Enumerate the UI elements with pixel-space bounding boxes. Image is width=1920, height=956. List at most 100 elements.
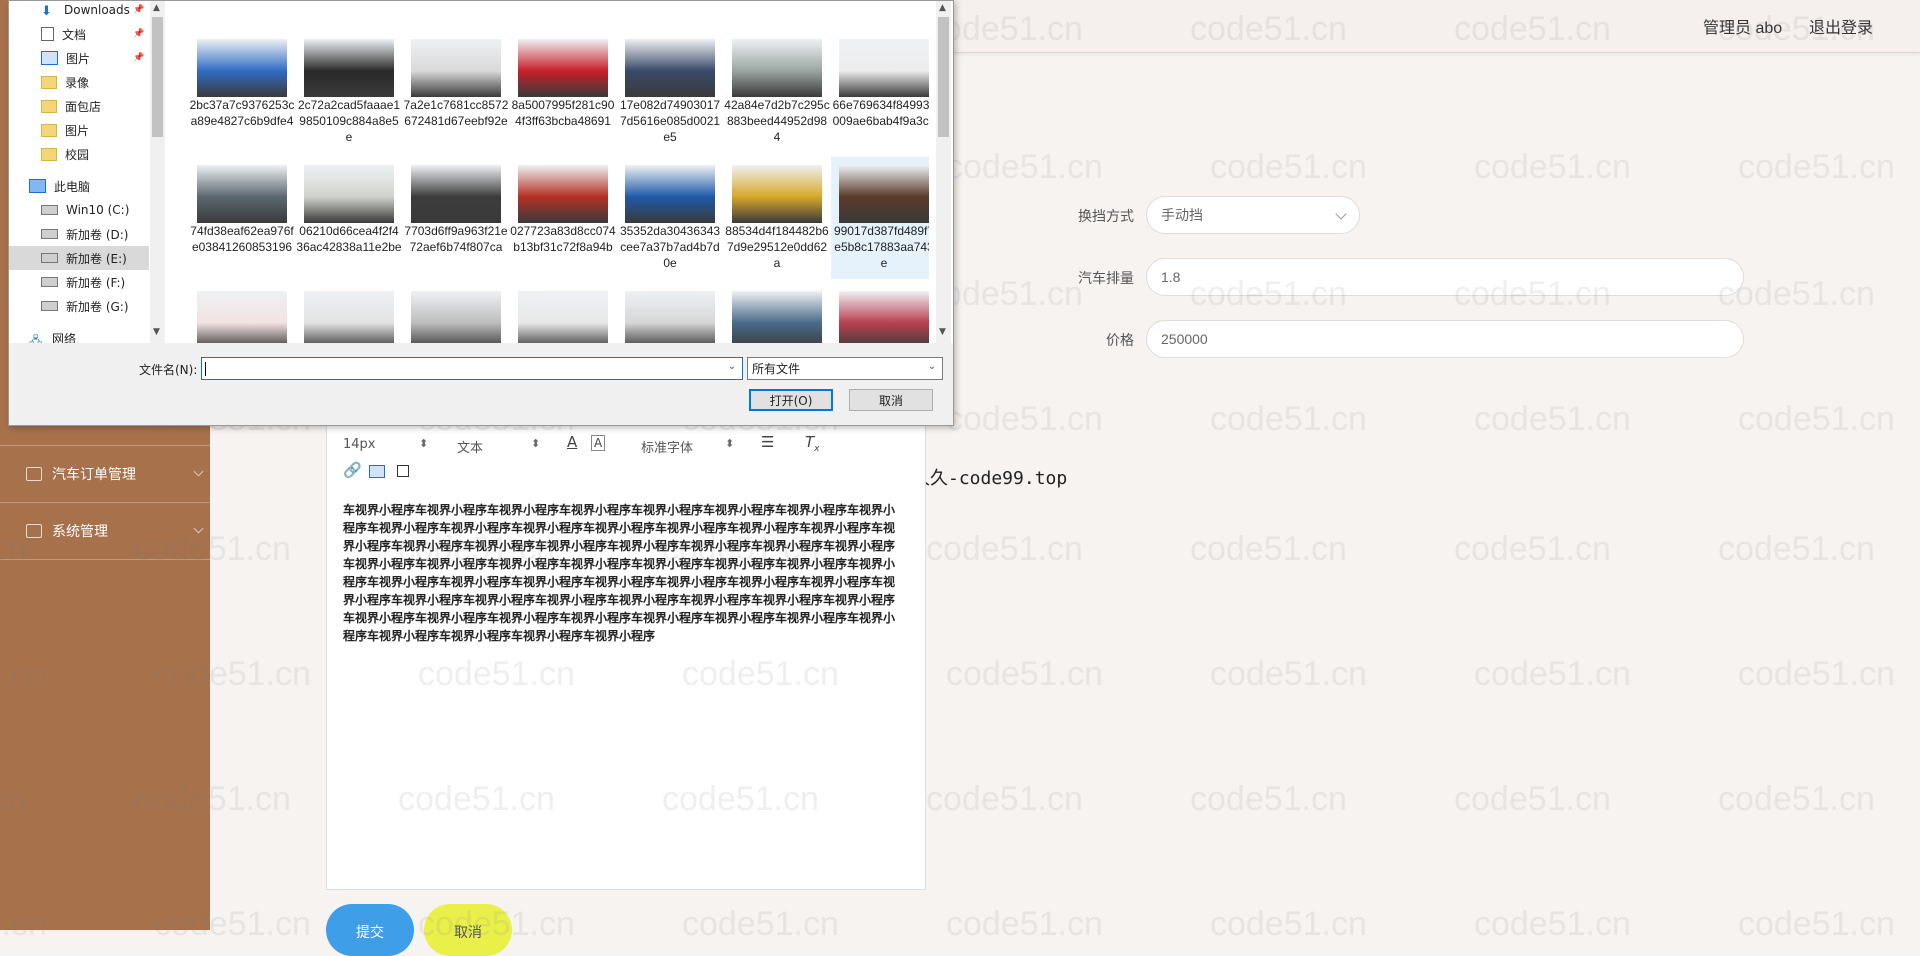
file-name: 17e082d749030177d5616e085d0021e5	[619, 98, 721, 144]
file-thumbnail[interactable]: 06210d66cea4f2f436ac42838a11e2be	[296, 157, 402, 279]
block-format-select[interactable]: 文本	[457, 437, 483, 456]
nav-item[interactable]: ⬇ Downloads 📌	[9, 1, 149, 22]
dialog-cancel-button[interactable]: 取消	[849, 389, 933, 411]
file-open-dialog: ⬇ Downloads 📌 文档 📌 图片 📌 录像 面包店 图片 校园 此电脑 Win10 (C:) 新…	[8, 0, 954, 426]
video-icon[interactable]	[397, 465, 409, 477]
file-thumbnail[interactable]	[189, 283, 295, 343]
filename-input[interactable]: ⌄	[201, 357, 743, 380]
nav-item-label: 图片	[66, 51, 91, 66]
logout-link[interactable]: 退出登录	[1809, 14, 1873, 38]
file-thumbnail[interactable]: 7703d6ff9a963f21e72aef6b74f807ca	[403, 157, 509, 279]
nav-item[interactable]: 录像	[9, 70, 149, 94]
pin-icon: 📌	[133, 5, 145, 15]
file-image	[197, 291, 287, 343]
chevron-down-icon: ⬍	[419, 437, 429, 450]
scroll-down-icon: ▼	[939, 327, 946, 337]
clear-format-icon[interactable]: Tx	[805, 433, 820, 454]
image-icon[interactable]	[369, 465, 385, 478]
nav-item[interactable]: 文档 📌	[9, 22, 149, 46]
watermark-text: code51.cn	[1210, 148, 1367, 186]
file-thumbnail[interactable]: 027723a83d8cc074b13bf31c72f8a94b	[510, 157, 616, 279]
file-name: 35352da30436343cee7a37b7ad4b7d0e	[619, 224, 721, 270]
drive-icon	[41, 301, 58, 311]
scroll-down-icon: ▼	[153, 327, 160, 337]
file-thumbnail[interactable]: 99017d387fd489f7e5b8c17883aa743e	[831, 157, 929, 279]
file-thumbnail[interactable]	[724, 283, 830, 343]
scrollbar-thumb[interactable]	[938, 17, 949, 137]
scrollbar-thumb[interactable]	[152, 17, 163, 137]
nav-item[interactable]: 🖧 网络	[9, 326, 149, 344]
editor-content[interactable]: 车视界小程序车视界小程序车视界小程序车视界小程序车视界小程序车视界小程序车视界小…	[343, 501, 905, 645]
file-type-select[interactable]: 所有文件 ⌄	[747, 357, 943, 380]
watermark-text: code51.cn	[926, 530, 1083, 568]
admin-label: 管理员 abo	[1703, 20, 1783, 37]
nav-item-label: Downloads	[64, 3, 130, 17]
nav-item[interactable]: 新加卷 (G:)	[9, 294, 149, 318]
file-thumbnail[interactable]: 8a5007995f281c904f3ff63bcba48691	[510, 31, 616, 153]
nav-item-label: 图片	[65, 123, 90, 138]
link-icon[interactable]: 🔗	[343, 461, 362, 479]
watermark-text: code51.cn	[1454, 530, 1611, 568]
download-icon: ⬇	[41, 4, 52, 19]
file-thumbnail[interactable]: 17e082d749030177d5616e085d0021e5	[617, 31, 723, 153]
document-icon	[41, 27, 54, 41]
file-thumbnail[interactable]: 7a2e1c7681cc8572672481d67eebf92e	[403, 31, 509, 153]
file-thumbnail[interactable]	[831, 283, 929, 343]
nav-scrollbar[interactable]: ▲ ▼	[150, 1, 165, 343]
sidebar-item-car-orders[interactable]: 汽车订单管理	[0, 445, 210, 502]
gear-select[interactable]: 手动挡	[1146, 196, 1360, 234]
font-size-select[interactable]: 14px	[343, 437, 376, 452]
open-button[interactable]: 打开(O)	[749, 389, 833, 411]
sidebar-item-system[interactable]: 系统管理	[0, 502, 210, 560]
highlight-icon[interactable]: A	[591, 435, 606, 451]
file-thumbnail[interactable]: 66e769634f84993c009ae6bab4f9a3c2	[831, 31, 929, 153]
file-name: 2bc37a7c9376253ca89e4827c6b9dfe4	[189, 98, 295, 128]
nav-item[interactable]: 图片 📌	[9, 46, 149, 70]
nav-item[interactable]: 面包店	[9, 94, 149, 118]
file-image	[518, 39, 608, 97]
pin-icon: 📌	[133, 29, 145, 39]
file-thumbnail[interactable]: 2c72a2cad5faaae19850109c884a8e5e	[296, 31, 402, 153]
file-thumbnail[interactable]: 88534d4f184482b67d9e29512e0dd62a	[724, 157, 830, 279]
submit-button[interactable]: 提交	[326, 904, 414, 956]
folder-icon	[41, 123, 57, 137]
watermark-text: code51.cn	[1738, 655, 1895, 693]
nav-item[interactable]: Win10 (C:)	[9, 198, 149, 222]
file-image	[518, 165, 608, 223]
nav-item[interactable]: 校园	[9, 142, 149, 166]
nav-item[interactable]: 此电脑	[9, 174, 149, 198]
file-image	[411, 39, 501, 97]
nav-item[interactable]: 图片	[9, 118, 149, 142]
nav-item[interactable]: 新加卷 (F:)	[9, 270, 149, 294]
watermark-text: code51.cn	[1190, 530, 1347, 568]
file-thumbnail[interactable]: 74fd38eaf62ea976fe03841260853196	[189, 157, 295, 279]
font-color-icon[interactable]: A	[567, 433, 577, 451]
watermark-text: code51.cn	[926, 780, 1083, 818]
file-thumbnail[interactable]: 35352da30436343cee7a37b7ad4b7d0e	[617, 157, 723, 279]
file-thumbnail[interactable]: 42a84e7d2b7c295c883beed44952d984	[724, 31, 830, 153]
nav-item[interactable]: 新加卷 (E:)	[9, 246, 149, 270]
file-image	[625, 165, 715, 223]
watermark-text: code51.cn	[1454, 780, 1611, 818]
sidebar-item-label: 系统管理	[52, 524, 108, 540]
file-image	[411, 291, 501, 343]
watermark-text: code51.cn	[1190, 780, 1347, 818]
nav-item[interactable]: 新加卷 (D:)	[9, 222, 149, 246]
align-icon[interactable]: ☰	[761, 433, 774, 451]
font-family-select[interactable]: 标准字体	[641, 437, 693, 456]
files-scrollbar[interactable]: ▲ ▼	[936, 1, 951, 343]
chevron-down-icon: ⌄	[727, 361, 736, 372]
price-input[interactable]: 250000	[1146, 320, 1744, 358]
watermark-text: code51.cn	[946, 905, 1103, 943]
file-name: 027723a83d8cc074b13bf31c72f8a94b	[510, 224, 616, 254]
file-image	[304, 165, 394, 223]
file-thumbnail[interactable]	[403, 283, 509, 343]
displacement-input[interactable]: 1.8	[1146, 258, 1744, 296]
pin-icon: 📌	[133, 53, 145, 63]
file-thumbnail[interactable]: 2bc37a7c9376253ca89e4827c6b9dfe4	[189, 31, 295, 153]
file-thumbnail[interactable]	[296, 283, 402, 343]
file-thumbnail[interactable]	[510, 283, 616, 343]
nav-item-label: 新加卷 (F:)	[66, 275, 126, 290]
file-thumbnail[interactable]	[617, 283, 723, 343]
cancel-button[interactable]: 取消	[424, 904, 512, 956]
